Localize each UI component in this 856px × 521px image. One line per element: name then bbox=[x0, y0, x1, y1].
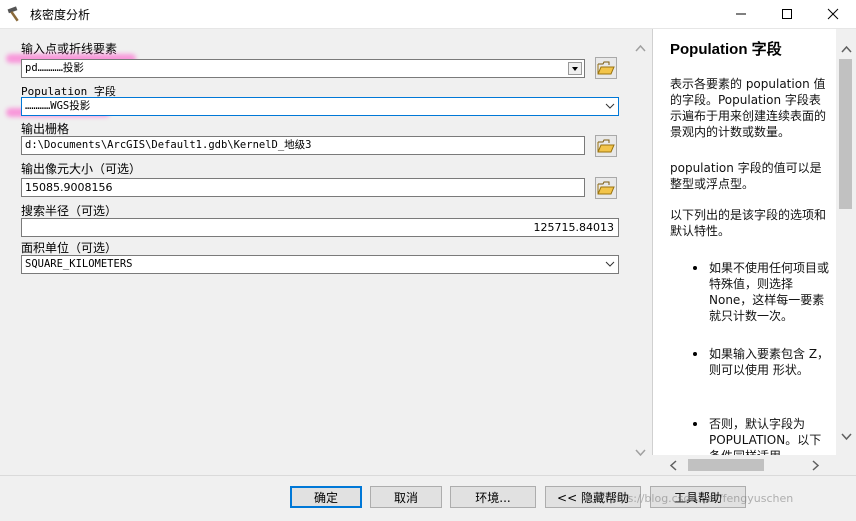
browse-cell-size-button[interactable] bbox=[595, 177, 617, 199]
help-bullet-1: 如果不使用任何项目或特殊值，则选择 None，这样每一要素就只计数一次。 bbox=[709, 261, 830, 323]
output-raster-label: 输出栅格 bbox=[21, 122, 70, 136]
title-bar: 核密度分析 bbox=[0, 0, 856, 29]
scroll-thumb[interactable] bbox=[688, 459, 764, 471]
cell-size-label: 输出像元大小（可选） bbox=[21, 162, 142, 176]
chevron-down-icon bbox=[605, 261, 615, 267]
help-horizontal-scrollbar[interactable] bbox=[652, 455, 836, 475]
output-raster-input[interactable]: d:\Documents\ArcGIS\Default1.gdb\KernelD… bbox=[21, 136, 585, 155]
chevron-down-icon bbox=[605, 103, 615, 109]
hammer-icon bbox=[7, 6, 19, 22]
scroll-right-icon bbox=[812, 460, 820, 471]
help-bullet-3: 否则，默认字段为 POPULATION。以下条件同样适用。 bbox=[709, 417, 822, 456]
area-units-value: SQUARE_KILOMETERS bbox=[25, 258, 133, 270]
watermark: https://blog.csdn.net/fengyuschen bbox=[605, 492, 794, 505]
scroll-corner bbox=[836, 455, 856, 475]
combobox-dropdown-button[interactable] bbox=[568, 62, 582, 75]
scroll-up-icon bbox=[841, 45, 852, 53]
help-paragraph-2: population 字段的值可以是整型或浮点型。 bbox=[670, 161, 822, 191]
help-title: Population 字段 bbox=[670, 41, 782, 58]
scroll-thumb[interactable] bbox=[839, 59, 852, 209]
scroll-up-icon bbox=[635, 44, 646, 52]
output-raster-value: d:\Documents\ArcGIS\Default1.gdb\KernelD… bbox=[25, 139, 312, 151]
close-icon bbox=[827, 8, 839, 20]
window-title: 核密度分析 bbox=[30, 8, 91, 22]
scroll-left-icon bbox=[669, 460, 677, 471]
scroll-down-icon bbox=[841, 433, 852, 441]
environments-button[interactable]: 环境... bbox=[450, 486, 536, 508]
dropdown-arrow-icon bbox=[572, 67, 578, 71]
population-field-value: …………WGS投影 bbox=[25, 100, 91, 112]
help-bullet-2: 如果输入要素包含 Z，则可以使用 形状。 bbox=[709, 347, 830, 377]
browse-input-button[interactable] bbox=[595, 57, 617, 79]
open-folder-icon bbox=[597, 139, 615, 153]
help-paragraph-1: 表示各要素的 population 值的字段。Population 字段表示遍布… bbox=[670, 77, 827, 139]
open-folder-icon bbox=[597, 181, 615, 195]
ok-button[interactable]: 确定 bbox=[290, 486, 362, 508]
search-radius-label: 搜索半径（可选） bbox=[21, 204, 118, 218]
bullet-icon bbox=[693, 352, 697, 356]
input-features-combobox[interactable]: pd…………投影 bbox=[21, 59, 585, 78]
cell-size-value: 15085.9008156 bbox=[25, 181, 113, 194]
close-button[interactable] bbox=[810, 0, 856, 28]
bullet-icon bbox=[693, 422, 697, 426]
area-units-label: 面积单位（可选） bbox=[21, 241, 118, 255]
help-paragraph-3: 以下列出的是该字段的选项和默认特性。 bbox=[670, 208, 827, 238]
browse-output-button[interactable] bbox=[595, 135, 617, 157]
cancel-button[interactable]: 取消 bbox=[370, 486, 442, 508]
bullet-icon bbox=[693, 266, 697, 270]
maximize-button[interactable] bbox=[764, 0, 810, 28]
population-field-dropdown[interactable]: …………WGS投影 bbox=[21, 97, 619, 116]
open-folder-icon bbox=[597, 61, 615, 75]
parameters-scrollbar[interactable] bbox=[632, 29, 649, 475]
search-radius-value: 125715.84013 bbox=[533, 221, 614, 234]
search-radius-input[interactable]: 125715.84013 bbox=[21, 218, 619, 237]
input-features-value: pd…………投影 bbox=[25, 62, 84, 74]
cell-size-input[interactable]: 15085.9008156 bbox=[21, 178, 585, 197]
help-vertical-scrollbar[interactable] bbox=[836, 29, 856, 455]
scroll-down-icon bbox=[635, 449, 646, 457]
help-panel: Population 字段 表示各要素的 population 值的字段。Pop… bbox=[652, 29, 837, 475]
minimize-button[interactable] bbox=[718, 0, 764, 28]
minimize-icon bbox=[736, 13, 746, 15]
maximize-icon bbox=[782, 9, 792, 19]
area-units-dropdown[interactable]: SQUARE_KILOMETERS bbox=[21, 255, 619, 274]
